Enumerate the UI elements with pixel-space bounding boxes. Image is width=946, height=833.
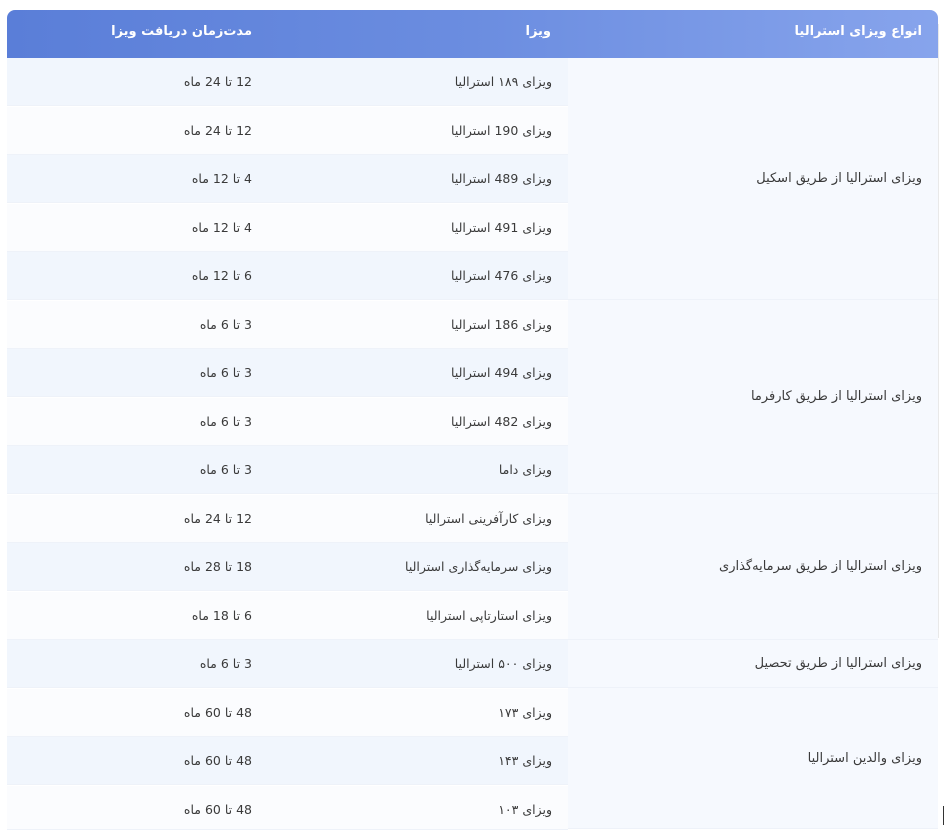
- visa-cell: ویزای سرمایه‌گذاری استرالیا: [405, 559, 552, 574]
- group-label: ویزای استرالیا از طریق کارفرما: [750, 389, 922, 404]
- table-row: ویزای ۱۴۳ 48 تا 60 ماه: [7, 737, 568, 785]
- duration-cell: 3 تا 6 ماه: [199, 316, 252, 332]
- group-label: ویزای والدین استرالیا: [807, 750, 922, 766]
- duration-cell: 6 تا 18 ماه: [191, 607, 252, 623]
- duration-cell: 4 تا 12 ماه: [191, 171, 252, 186]
- duration-cell: 6 تا 12 ماه: [191, 268, 252, 283]
- visa-cell: ویزای 491 استرالیا: [451, 219, 552, 235]
- visa-cell: ویزای ۵۰۰ استرالیا: [454, 656, 552, 671]
- table-row: ویزای کارآفرینی استرالیا 12 تا 24 ماه: [7, 494, 568, 543]
- visa-cell: ویزای استارتاپی استرالیا: [426, 607, 552, 623]
- table-body: ویزای استرالیا از طریق اسکیل ویزای استرا…: [7, 58, 938, 830]
- group-cell-employer: ویزای استرالیا از طریق کارفرما: [568, 300, 938, 494]
- visa-cell: ویزای 190 استرالیا: [451, 122, 552, 138]
- duration-cell: 12 تا 24 ماه: [183, 510, 252, 526]
- visa-cell: ویزای 476 استرالیا: [451, 268, 552, 283]
- table-row: ویزای ۱۸۹ استرالیا 12 تا 24 ماه: [7, 58, 568, 106]
- group-cell-study: ویزای استرالیا از طریق تحصیل: [568, 640, 938, 688]
- duration-cell: 3 تا 6 ماه: [199, 365, 252, 380]
- visa-cell: ویزای کارآفرینی استرالیا: [425, 510, 552, 526]
- table-row: ویزای 190 استرالیا 12 تا 24 ماه: [7, 106, 568, 155]
- visa-table: انواع ویزای استرالیا ویزا مدت‌زمان دریاف…: [7, 10, 938, 830]
- group-cell-parent: ویزای والدین استرالیا: [568, 688, 938, 829]
- table-row: ویزای 494 استرالیا 3 تا 6 ماه: [7, 349, 568, 397]
- group-cell-investment: ویزای استرالیا از طریق سرمایه‌گذاری: [568, 494, 938, 640]
- table-row: ویزای 491 استرالیا 4 تا 12 ماه: [7, 203, 568, 252]
- group-label: ویزای استرالیا از طریق اسکیل: [756, 171, 922, 186]
- text-cursor: [943, 806, 944, 825]
- table-row: ویزای سرمایه‌گذاری استرالیا 18 تا 28 ماه: [7, 543, 568, 591]
- table-row: ویزای استارتاپی استرالیا 6 تا 18 ماه: [7, 591, 568, 640]
- duration-cell: 12 تا 24 ماه: [183, 122, 252, 138]
- duration-cell: 3 تا 6 ماه: [199, 462, 252, 477]
- duration-cell: 4 تا 12 ماه: [191, 219, 252, 235]
- duration-cell: 12 تا 24 ماه: [183, 74, 252, 89]
- group-cell-skill: ویزای استرالیا از طریق اسکیل: [568, 58, 938, 300]
- table-row: ویزای 482 استرالیا 3 تا 6 ماه: [7, 397, 568, 446]
- table-row: ویزای 186 استرالیا 3 تا 6 ماه: [7, 300, 568, 349]
- table-row: ویزای ۵۰۰ استرالیا 3 تا 6 ماه: [7, 640, 568, 688]
- visa-cell: ویزای 494 استرالیا: [451, 365, 552, 380]
- table-row: ویزای داما 3 تا 6 ماه: [7, 446, 568, 494]
- duration-cell: 48 تا 60 ماه: [183, 753, 252, 768]
- table-row: ویزای ۱۰۳ 48 تا 60 ماه: [7, 785, 568, 830]
- visa-cell: ویزای ۱۴۳: [498, 753, 552, 768]
- duration-cell: 3 تا 6 ماه: [199, 413, 252, 429]
- table-header: انواع ویزای استرالیا ویزا مدت‌زمان دریاف…: [7, 10, 938, 58]
- duration-cell: 3 تا 6 ماه: [199, 656, 252, 671]
- visa-cell: ویزای 186 استرالیا: [451, 316, 552, 332]
- header-visa-types: انواع ویزای استرالیا: [794, 24, 922, 39]
- visa-cell: ویزای داما: [498, 462, 552, 477]
- table-right-border: [938, 24, 939, 638]
- visa-cell: ویزای ۱۷۳: [498, 704, 552, 720]
- visa-cell: ویزای 489 استرالیا: [451, 171, 552, 186]
- visa-cell: ویزای ۱۰۳: [498, 801, 552, 817]
- group-label: ویزای استرالیا از طریق تحصیل: [754, 656, 922, 671]
- table-row: ویزای 489 استرالیا 4 تا 12 ماه: [7, 155, 568, 203]
- table-row: ویزای ۱۷۳ 48 تا 60 ماه: [7, 688, 568, 737]
- visa-cell: ویزای 482 استرالیا: [451, 413, 552, 429]
- duration-cell: 18 تا 28 ماه: [183, 559, 252, 574]
- table-row: ویزای 476 استرالیا 6 تا 12 ماه: [7, 252, 568, 300]
- duration-cell: 48 تا 60 ماه: [183, 801, 252, 817]
- duration-cell: 48 تا 60 ماه: [183, 704, 252, 720]
- visa-cell: ویزای ۱۸۹ استرالیا: [454, 74, 552, 89]
- header-visa: ویزا: [525, 24, 551, 39]
- header-duration: مدت‌زمان دریافت ویزا: [111, 24, 252, 39]
- group-label: ویزای استرالیا از طریق سرمایه‌گذاری: [719, 559, 922, 574]
